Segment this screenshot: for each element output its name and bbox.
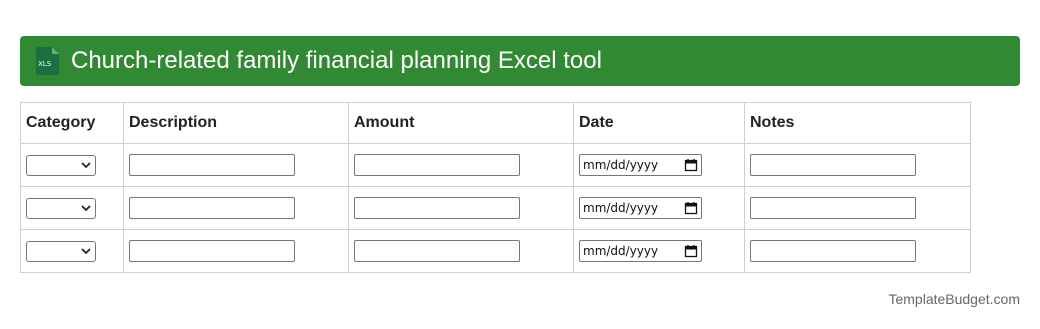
date-placeholder: mm/dd/yyyy bbox=[583, 244, 659, 258]
notes-input[interactable] bbox=[750, 240, 916, 262]
description-cell bbox=[123, 186, 349, 230]
footer-brand: TemplateBudget.com bbox=[888, 291, 1020, 307]
chevron-down-icon bbox=[81, 247, 91, 254]
amount-cell bbox=[348, 186, 574, 230]
description-input[interactable] bbox=[129, 154, 295, 176]
page-header: XLS Church-related family financial plan… bbox=[20, 36, 1020, 86]
date-input[interactable]: mm/dd/yyyy bbox=[579, 154, 702, 176]
amount-input[interactable] bbox=[354, 240, 520, 262]
category-cell bbox=[20, 143, 124, 187]
svg-text:XLS: XLS bbox=[38, 60, 52, 68]
notes-cell bbox=[744, 186, 971, 230]
description-cell bbox=[123, 143, 349, 187]
financial-planner-table: Category Description Amount Date Notes m… bbox=[20, 102, 971, 273]
amount-cell bbox=[348, 229, 574, 273]
date-input[interactable]: mm/dd/yyyy bbox=[579, 197, 702, 219]
description-input[interactable] bbox=[129, 197, 295, 219]
date-input[interactable]: mm/dd/yyyy bbox=[579, 240, 702, 262]
category-select[interactable] bbox=[26, 240, 96, 262]
calendar-icon[interactable] bbox=[684, 158, 698, 172]
column-header-amount: Amount bbox=[348, 102, 574, 144]
category-cell bbox=[20, 186, 124, 230]
chevron-down-icon bbox=[81, 204, 91, 211]
notes-input[interactable] bbox=[750, 154, 916, 176]
amount-cell bbox=[348, 143, 574, 187]
date-placeholder: mm/dd/yyyy bbox=[583, 201, 659, 215]
notes-input[interactable] bbox=[750, 197, 916, 219]
column-header-date: Date bbox=[573, 102, 745, 144]
amount-input[interactable] bbox=[354, 197, 520, 219]
date-cell: mm/dd/yyyy bbox=[573, 186, 745, 230]
table-header-row: Category Description Amount Date Notes bbox=[20, 102, 971, 144]
date-cell: mm/dd/yyyy bbox=[573, 229, 745, 273]
description-cell bbox=[123, 229, 349, 273]
category-select[interactable] bbox=[26, 154, 96, 176]
chevron-down-icon bbox=[81, 161, 91, 168]
date-placeholder: mm/dd/yyyy bbox=[583, 158, 659, 172]
notes-cell bbox=[744, 143, 971, 187]
table-row: mm/dd/yyyy bbox=[20, 186, 971, 230]
column-header-category: Category bbox=[20, 102, 124, 144]
table-row: mm/dd/yyyy bbox=[20, 143, 971, 187]
table-row: mm/dd/yyyy bbox=[20, 229, 971, 273]
notes-cell bbox=[744, 229, 971, 273]
calendar-icon[interactable] bbox=[684, 244, 698, 258]
category-select[interactable] bbox=[26, 197, 96, 219]
amount-input[interactable] bbox=[354, 154, 520, 176]
column-header-description: Description bbox=[123, 102, 349, 144]
category-cell bbox=[20, 229, 124, 273]
description-input[interactable] bbox=[129, 240, 295, 262]
column-header-notes: Notes bbox=[744, 102, 971, 144]
calendar-icon[interactable] bbox=[684, 201, 698, 215]
page-title: Church-related family financial planning… bbox=[71, 47, 602, 74]
date-cell: mm/dd/yyyy bbox=[573, 143, 745, 187]
xls-file-icon: XLS bbox=[36, 47, 59, 75]
